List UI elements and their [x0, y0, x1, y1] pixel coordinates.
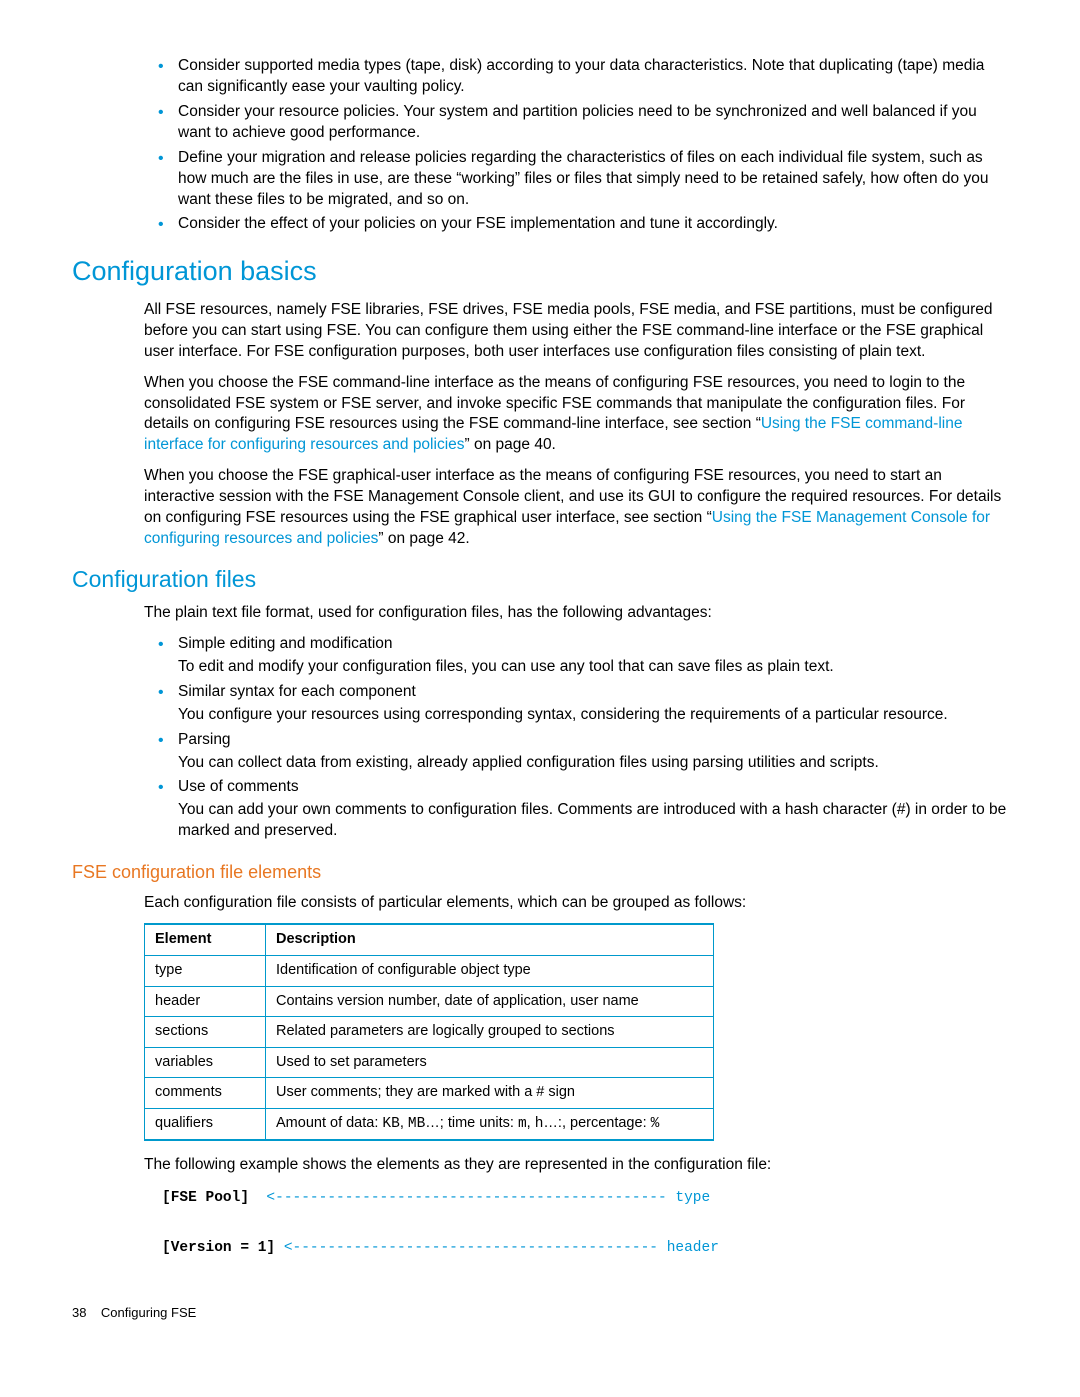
list-item-title: Use of comments — [178, 778, 299, 795]
body-paragraph: The plain text file format, used for con… — [144, 603, 1008, 624]
list-item: Use of comments You can add your own com… — [170, 777, 1008, 842]
body-paragraph: All FSE resources, namely FSE libraries,… — [144, 300, 1008, 363]
cell-description: User comments; they are marked with a # … — [266, 1078, 714, 1109]
cell-description: Identification of configurable object ty… — [266, 956, 714, 987]
col-description: Description — [266, 924, 714, 955]
table-row: typeIdentification of configurable objec… — [145, 956, 714, 987]
cell-element: sections — [145, 1017, 266, 1048]
body-paragraph: Each configuration file consists of part… — [144, 893, 1008, 914]
text-span: ” on page 40. — [465, 436, 556, 453]
advantages-list: Simple editing and modification To edit … — [150, 634, 1008, 842]
heading-configuration-files: Configuration files — [72, 564, 1008, 595]
config-example: [FSE Pool] <----------------------------… — [162, 1186, 1008, 1260]
list-item-title: Simple editing and modification — [178, 635, 393, 652]
cell-element: qualifiers — [145, 1108, 266, 1140]
list-item-title: Similar syntax for each component — [178, 683, 416, 700]
body-paragraph: When you choose the FSE graphical-user i… — [144, 466, 1008, 550]
page-footer: 38 Configuring FSE — [72, 1304, 1008, 1322]
cell-element: header — [145, 986, 266, 1017]
table-row: headerContains version number, date of a… — [145, 986, 714, 1017]
cell-description: Related parameters are logically grouped… — [266, 1017, 714, 1048]
page-number: 38 — [72, 1305, 86, 1320]
list-item: Consider supported media types (tape, di… — [170, 56, 1008, 98]
list-item: Consider the effect of your policies on … — [170, 214, 1008, 235]
table-header-row: Element Description — [145, 924, 714, 955]
cell-element: comments — [145, 1078, 266, 1109]
table-row: commentsUser comments; they are marked w… — [145, 1078, 714, 1109]
list-item-body: To edit and modify your configuration fi… — [178, 657, 1008, 678]
list-item-body: You configure your resources using corre… — [178, 705, 1008, 726]
list-item: Parsing You can collect data from existi… — [170, 730, 1008, 774]
table-row: sectionsRelated parameters are logically… — [145, 1017, 714, 1048]
cell-description: Contains version number, date of applica… — [266, 986, 714, 1017]
cell-description: Used to set parameters — [266, 1047, 714, 1078]
col-element: Element — [145, 924, 266, 955]
list-item-body: You can add your own comments to configu… — [178, 800, 1008, 842]
elements-table: Element Description typeIdentification o… — [144, 923, 714, 1141]
top-bullet-list: Consider supported media types (tape, di… — [150, 56, 1008, 235]
list-item-title: Parsing — [178, 731, 231, 748]
cell-description: Amount of data: KB, MB…; time units: m, … — [266, 1108, 714, 1140]
table-row: qualifiersAmount of data: KB, MB…; time … — [145, 1108, 714, 1140]
code-token: [FSE Pool] — [162, 1190, 249, 1206]
text-span: ” on page 42. — [378, 530, 469, 547]
heading-file-elements: FSE configuration file elements — [72, 860, 1008, 884]
footer-section-label: Configuring FSE — [101, 1305, 196, 1320]
code-token: [Version = 1] — [162, 1240, 275, 1256]
code-annotation: <---------------------------------------… — [249, 1190, 710, 1206]
table-row: variablesUsed to set parameters — [145, 1047, 714, 1078]
cell-element: variables — [145, 1047, 266, 1078]
list-item: Define your migration and release polici… — [170, 148, 1008, 211]
heading-configuration-basics: Configuration basics — [72, 253, 1008, 289]
list-item-body: You can collect data from existing, alre… — [178, 753, 1008, 774]
list-item: Similar syntax for each component You co… — [170, 682, 1008, 726]
code-annotation: <---------------------------------------… — [275, 1240, 719, 1256]
cell-element: type — [145, 956, 266, 987]
list-item: Simple editing and modification To edit … — [170, 634, 1008, 678]
list-item: Consider your resource policies. Your sy… — [170, 102, 1008, 144]
body-paragraph: When you choose the FSE command-line int… — [144, 373, 1008, 457]
body-paragraph: The following example shows the elements… — [144, 1155, 1008, 1176]
